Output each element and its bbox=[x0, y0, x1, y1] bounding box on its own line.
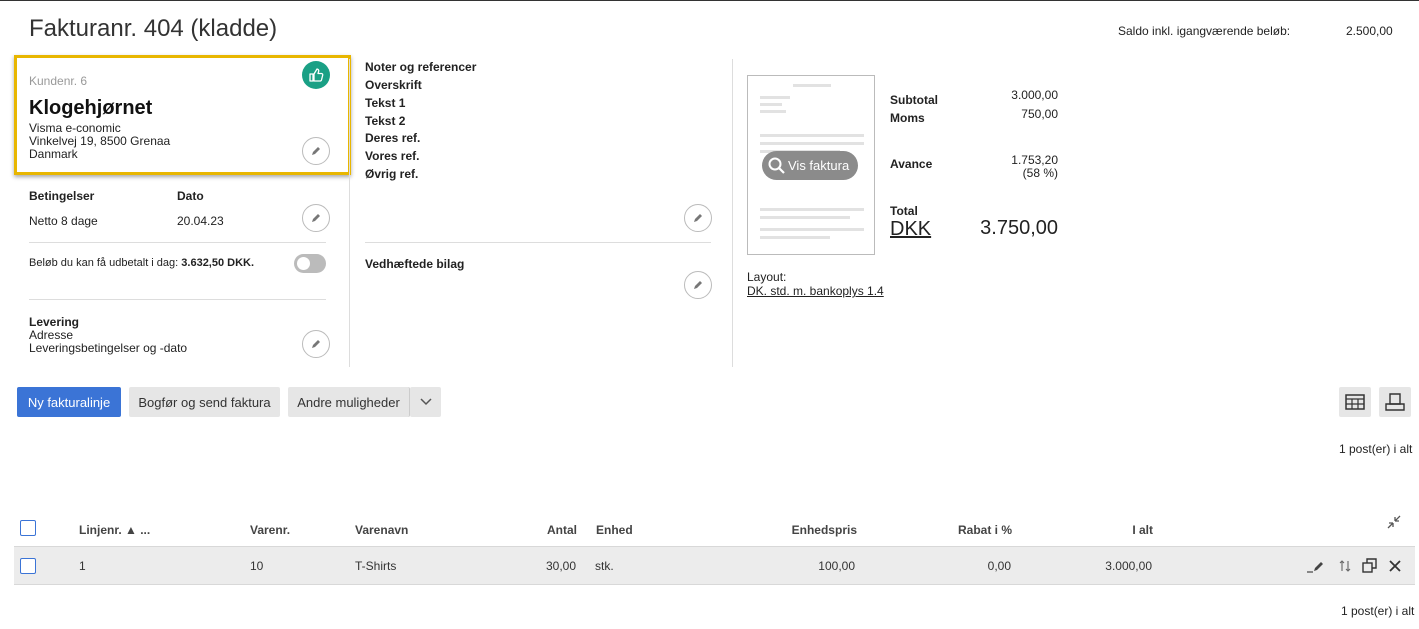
col-header-varenr[interactable]: Varenr. bbox=[250, 523, 290, 537]
thumbs-up-icon bbox=[302, 61, 330, 89]
cell-enhedspris: 100,00 bbox=[818, 559, 855, 573]
cell-linjenr: 1 bbox=[79, 559, 86, 573]
edit-delivery-button[interactable] bbox=[302, 330, 330, 358]
divider bbox=[29, 242, 326, 243]
customer-address-line: Danmark bbox=[29, 147, 78, 161]
layout-link[interactable]: DK. std. m. bankoplys 1.4 bbox=[747, 284, 884, 298]
other-options-button[interactable]: Andre muligheder bbox=[288, 387, 410, 417]
delivery-terms: Leveringsbetingelser og -dato bbox=[29, 341, 188, 355]
note-item: Overskrift bbox=[365, 78, 422, 92]
edit-terms-button[interactable] bbox=[302, 204, 330, 232]
col-header-enhed[interactable]: Enhed bbox=[596, 523, 633, 537]
total-value: 3.750,00 bbox=[980, 217, 1058, 239]
collapse-icon[interactable] bbox=[1387, 515, 1401, 532]
page-title: Fakturanr. 404 (kladde) bbox=[29, 15, 278, 42]
pencil-icon bbox=[694, 214, 702, 222]
layout-label: Layout: bbox=[747, 270, 787, 284]
total-label: Total bbox=[890, 204, 918, 218]
edit-attachments-button[interactable] bbox=[684, 271, 712, 299]
col-header-enhedspris[interactable]: Enhedspris bbox=[757, 523, 857, 537]
payout-label: Beløb du kan få udbetalt i dag: bbox=[29, 257, 182, 269]
col-header-ialt[interactable]: I alt bbox=[1053, 523, 1153, 537]
delete-icon[interactable] bbox=[1389, 560, 1401, 575]
note-item: Tekst 2 bbox=[365, 114, 406, 128]
new-invoice-line-button[interactable]: Ny fakturalinje bbox=[17, 387, 121, 417]
customer-number: Kundenr. 6 bbox=[29, 74, 88, 88]
avance-value: 1.753,20 bbox=[1011, 153, 1058, 167]
betingelser-value: Netto 8 dage bbox=[29, 214, 98, 228]
vis-faktura-label: Vis faktura bbox=[788, 158, 850, 173]
avance-label: Avance bbox=[890, 157, 933, 171]
record-count-top: 1 post(er) i alt bbox=[1339, 442, 1413, 456]
edit-customer-button[interactable] bbox=[302, 137, 330, 165]
customer-name: Klogehjørnet bbox=[29, 97, 153, 119]
vis-faktura-button[interactable]: Vis faktura bbox=[762, 151, 858, 180]
currency-link[interactable]: DKK bbox=[890, 218, 931, 241]
cell-enhed: stk. bbox=[595, 559, 614, 573]
customer-address-line: Visma e-conomic bbox=[29, 121, 121, 135]
cell-varenavn: T-Shirts bbox=[355, 559, 397, 573]
table-row[interactable] bbox=[14, 546, 1415, 585]
col-header-antal[interactable]: Antal bbox=[477, 523, 577, 537]
moms-label: Moms bbox=[890, 111, 925, 125]
post-and-send-button[interactable]: Bogfør og send faktura bbox=[129, 387, 280, 417]
dato-label: Dato bbox=[177, 189, 204, 203]
table-grid-icon bbox=[1345, 394, 1365, 410]
table-view-button[interactable] bbox=[1339, 387, 1371, 417]
moms-value: 750,00 bbox=[1021, 107, 1058, 121]
reorder-icon[interactable] bbox=[1338, 559, 1352, 576]
subtotal-label: Subtotal bbox=[890, 93, 938, 107]
divider bbox=[365, 242, 711, 243]
printer-icon bbox=[1385, 393, 1405, 411]
note-item: Deres ref. bbox=[365, 131, 421, 145]
subtotal-value: 3.000,00 bbox=[1011, 88, 1058, 102]
col-header-rabat[interactable]: Rabat i % bbox=[912, 523, 1012, 537]
search-icon bbox=[768, 157, 785, 174]
note-item: Tekst 1 bbox=[365, 96, 406, 110]
pencil-icon bbox=[312, 147, 320, 155]
column-divider bbox=[732, 59, 733, 367]
cell-varenr: 10 bbox=[250, 559, 264, 573]
cell-rabat: 0,00 bbox=[987, 559, 1011, 573]
pencil-icon bbox=[312, 340, 320, 348]
avance-percent: (58 %) bbox=[1022, 166, 1058, 180]
other-options-dropdown[interactable] bbox=[410, 387, 441, 417]
notes-title: Noter og referencer bbox=[365, 60, 477, 74]
delivery-title: Levering bbox=[29, 315, 80, 329]
chevron-down-icon bbox=[419, 398, 432, 406]
col-header-linjenr[interactable]: Linjenr. ▲ ... bbox=[79, 523, 150, 537]
saldo-label: Saldo inkl. igangværende beløb: bbox=[1118, 24, 1291, 38]
customer-address-line: Vinkelvej 19, 8500 Grenaa bbox=[29, 134, 171, 148]
pencil-icon bbox=[312, 214, 320, 222]
payout-toggle[interactable] bbox=[294, 254, 326, 273]
note-item: Vores ref. bbox=[365, 149, 420, 163]
cell-antal: 30,00 bbox=[545, 559, 576, 573]
delivery-address: Adresse bbox=[29, 328, 74, 342]
betingelser-label: Betingelser bbox=[29, 189, 95, 203]
column-divider bbox=[349, 59, 350, 367]
payout-text: Beløb du kan få udbetalt i dag: 3.632,50… bbox=[29, 257, 254, 269]
payout-amount: 3.632,50 DKK. bbox=[181, 257, 255, 269]
pencil-icon bbox=[694, 281, 702, 289]
print-view-button[interactable] bbox=[1379, 387, 1411, 417]
edit-notes-button[interactable] bbox=[684, 204, 712, 232]
note-item: Øvrig ref. bbox=[365, 167, 419, 181]
select-all-checkbox[interactable] bbox=[20, 520, 36, 536]
cell-ialt: 3.000,00 bbox=[1105, 559, 1152, 573]
record-count-bottom: 1 post(er) i alt bbox=[1341, 604, 1415, 618]
row-checkbox[interactable] bbox=[20, 558, 36, 574]
edit-line-icon[interactable] bbox=[1306, 559, 1326, 576]
divider bbox=[29, 299, 326, 300]
copy-icon[interactable] bbox=[1362, 558, 1377, 576]
dato-value: 20.04.23 bbox=[177, 214, 224, 228]
saldo-value: 2.500,00 bbox=[1346, 24, 1393, 38]
attachments-title: Vedhæftede bilag bbox=[365, 257, 465, 271]
col-header-varenavn[interactable]: Varenavn bbox=[355, 523, 408, 537]
